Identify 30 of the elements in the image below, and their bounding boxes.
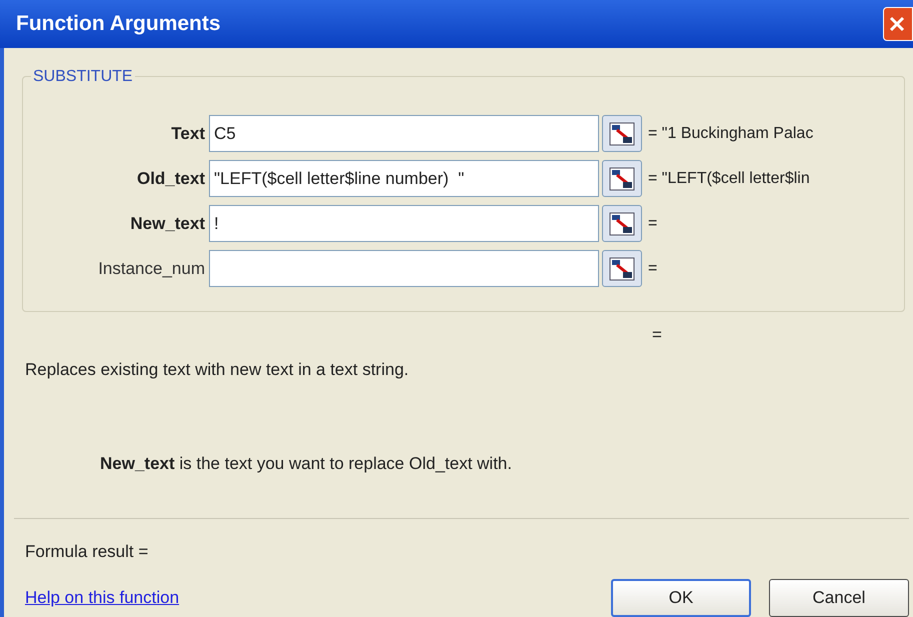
dialog-button[interactable]: Cancel xyxy=(769,578,909,616)
argument-result: = xyxy=(648,214,658,234)
argument-label: Instance_num xyxy=(97,258,206,280)
argument-label: Text xyxy=(170,122,206,145)
dialog-button[interactable]: OK xyxy=(611,578,751,616)
argument-field[interactable]: ! xyxy=(209,205,599,242)
collapse-dialog-icon xyxy=(609,122,635,146)
overall-result: = xyxy=(652,326,663,343)
argument-label: Old_text xyxy=(136,168,206,190)
argument-result: = "LEFT($cell letter$lin xyxy=(648,168,810,188)
function-description: Replaces existing text with new text in a text string. xyxy=(25,359,410,381)
collapse-dialog-button[interactable] xyxy=(602,205,642,242)
collapse-dialog-button[interactable] xyxy=(602,160,642,197)
collapse-dialog-button[interactable] xyxy=(602,250,642,287)
argument-result: = "1 Buckingham Palac xyxy=(648,124,814,144)
argument-label: New_text xyxy=(129,212,206,235)
argument-field[interactable]: "LEFT($cell letter$line number) " xyxy=(209,160,599,197)
collapse-dialog-button[interactable] xyxy=(602,115,642,152)
window-title: Function Arguments xyxy=(16,11,221,38)
collapse-dialog-icon xyxy=(609,166,635,190)
help-link[interactable]: Help on this function xyxy=(25,584,180,610)
argument-field[interactable] xyxy=(209,250,599,287)
close-button[interactable] xyxy=(883,7,913,41)
formula-result: Formula result = xyxy=(25,541,150,563)
argument-help-text: New_text is the text you want to replace Old_text with. xyxy=(100,452,513,474)
argument-result: = xyxy=(648,258,658,278)
argument-field[interactable]: C5 xyxy=(209,115,599,152)
collapse-dialog-icon xyxy=(609,256,635,280)
close-icon xyxy=(888,15,906,33)
collapse-dialog-icon xyxy=(609,212,635,236)
